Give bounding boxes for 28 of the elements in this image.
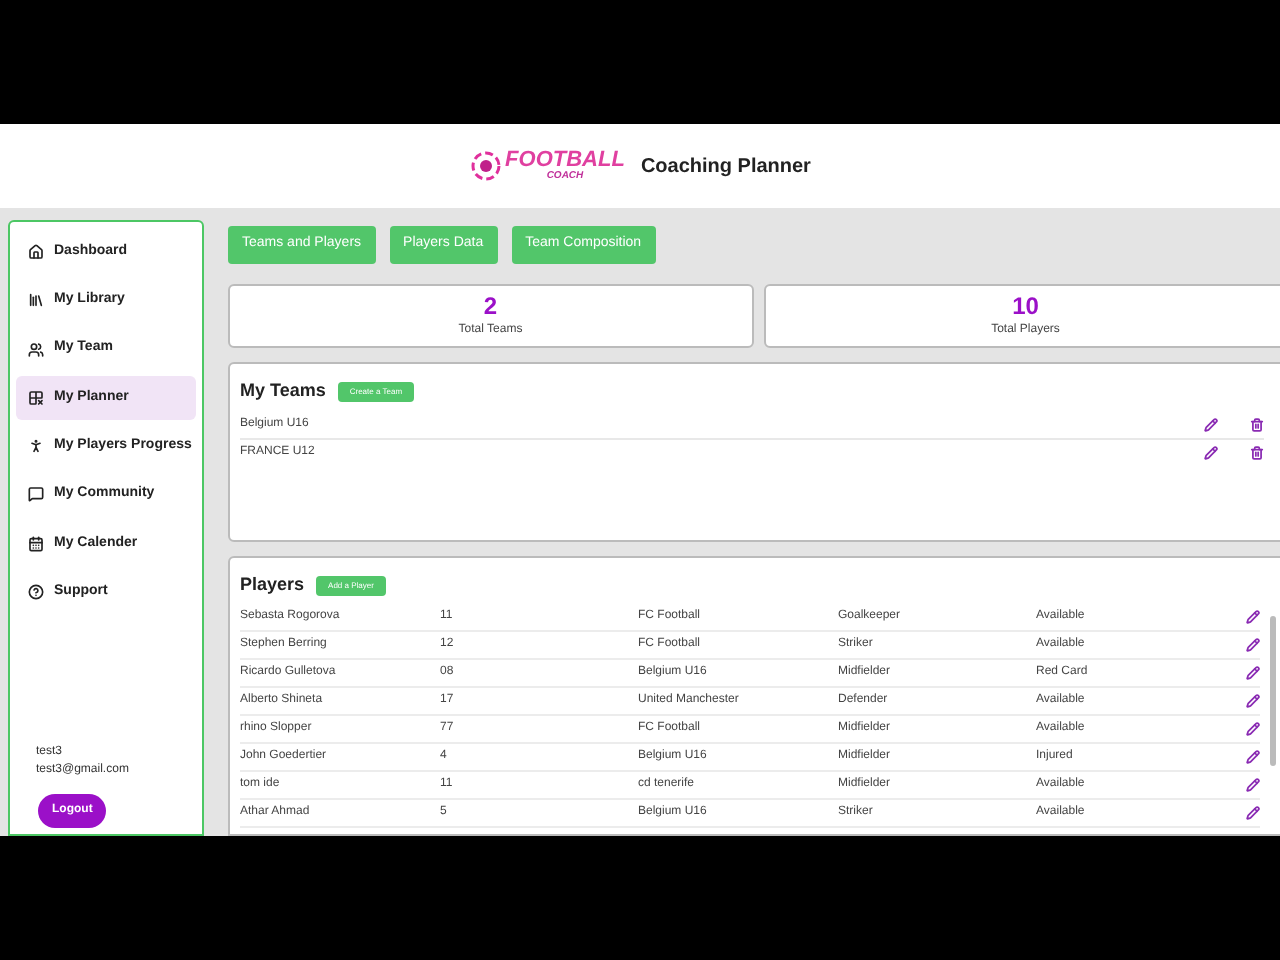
edit-icon[interactable] [1246,609,1260,623]
edit-icon[interactable] [1204,446,1218,460]
edit-icon[interactable] [1246,637,1260,651]
scrollbar[interactable] [1270,616,1276,766]
players-heading: Players [240,572,305,598]
edit-icon[interactable] [1246,721,1260,735]
edit-icon[interactable] [1246,693,1260,707]
logo-title: FOOTBALL [505,150,625,172]
chat-icon [28,486,44,503]
calendar-icon [28,535,44,552]
edit-icon[interactable] [1246,777,1260,791]
person-icon [28,438,44,455]
delete-icon[interactable] [1250,417,1264,431]
grid-icon [28,389,44,406]
people-icon [28,341,44,358]
home-icon [28,244,44,260]
app-title: Coaching Planner [640,153,811,181]
delete-icon[interactable] [1250,446,1264,460]
edit-icon[interactable] [1246,805,1260,819]
edit-icon[interactable] [1204,417,1218,431]
edit-icon[interactable] [1246,749,1260,763]
teams-heading: My Teams [240,378,326,404]
edit-icon[interactable] [1246,665,1260,679]
books-icon [28,292,44,309]
stat-value: 2 [483,293,498,317]
stat-value: 10 [1012,293,1039,317]
ball-icon [469,148,502,184]
help-icon [28,584,44,601]
